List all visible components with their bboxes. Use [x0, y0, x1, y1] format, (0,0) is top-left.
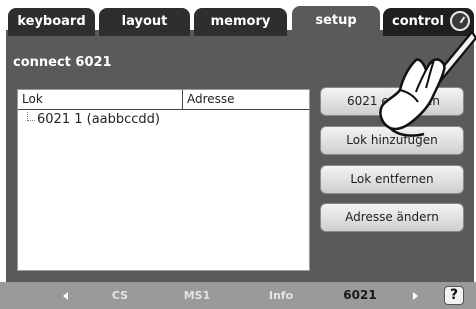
nav-ms1[interactable]: MS1	[177, 282, 217, 309]
remove-6021-button[interactable]: 6021 entfernen	[320, 87, 464, 116]
bottom-nav: CS MS1 Info 6021 ?	[0, 282, 476, 309]
change-address-button[interactable]: Adresse ändern	[320, 203, 464, 232]
tab-layout[interactable]: layout	[99, 8, 190, 36]
tab-keyboard[interactable]: keyboard	[8, 8, 95, 36]
nav-cs[interactable]: CS	[100, 282, 140, 309]
nav-6021[interactable]: 6021	[338, 282, 382, 309]
arrow-left-icon[interactable]	[63, 292, 68, 300]
clock-icon	[450, 11, 470, 31]
arrow-right-icon[interactable]	[413, 292, 418, 300]
nav-info[interactable]: Info	[261, 282, 301, 309]
remove-lok-button[interactable]: Lok entfernen	[320, 165, 464, 194]
lok-table: Lok Adresse 6021 1 (aabbccdd)	[17, 89, 310, 271]
tab-control-label: control	[392, 14, 444, 29]
tab-setup[interactable]: setup	[292, 6, 380, 36]
add-lok-button[interactable]: Lok hinzufügen	[320, 126, 464, 155]
tab-memory[interactable]: memory	[194, 8, 287, 36]
column-header-adresse[interactable]: Adresse	[183, 90, 309, 109]
tree-connector-icon	[27, 112, 35, 121]
page-title: connect 6021	[13, 55, 112, 70]
tab-control[interactable]: control	[383, 8, 474, 36]
help-icon[interactable]: ?	[444, 286, 464, 305]
table-header: Lok Adresse	[18, 90, 309, 110]
app-window: keyboard layout memory setup control con…	[0, 0, 476, 309]
row-lok: 6021 1 (aabbccdd)	[37, 112, 160, 127]
tab-bar: keyboard layout memory setup control	[0, 0, 476, 36]
column-header-lok[interactable]: Lok	[18, 90, 183, 109]
table-row[interactable]: 6021 1 (aabbccdd)	[18, 111, 309, 128]
